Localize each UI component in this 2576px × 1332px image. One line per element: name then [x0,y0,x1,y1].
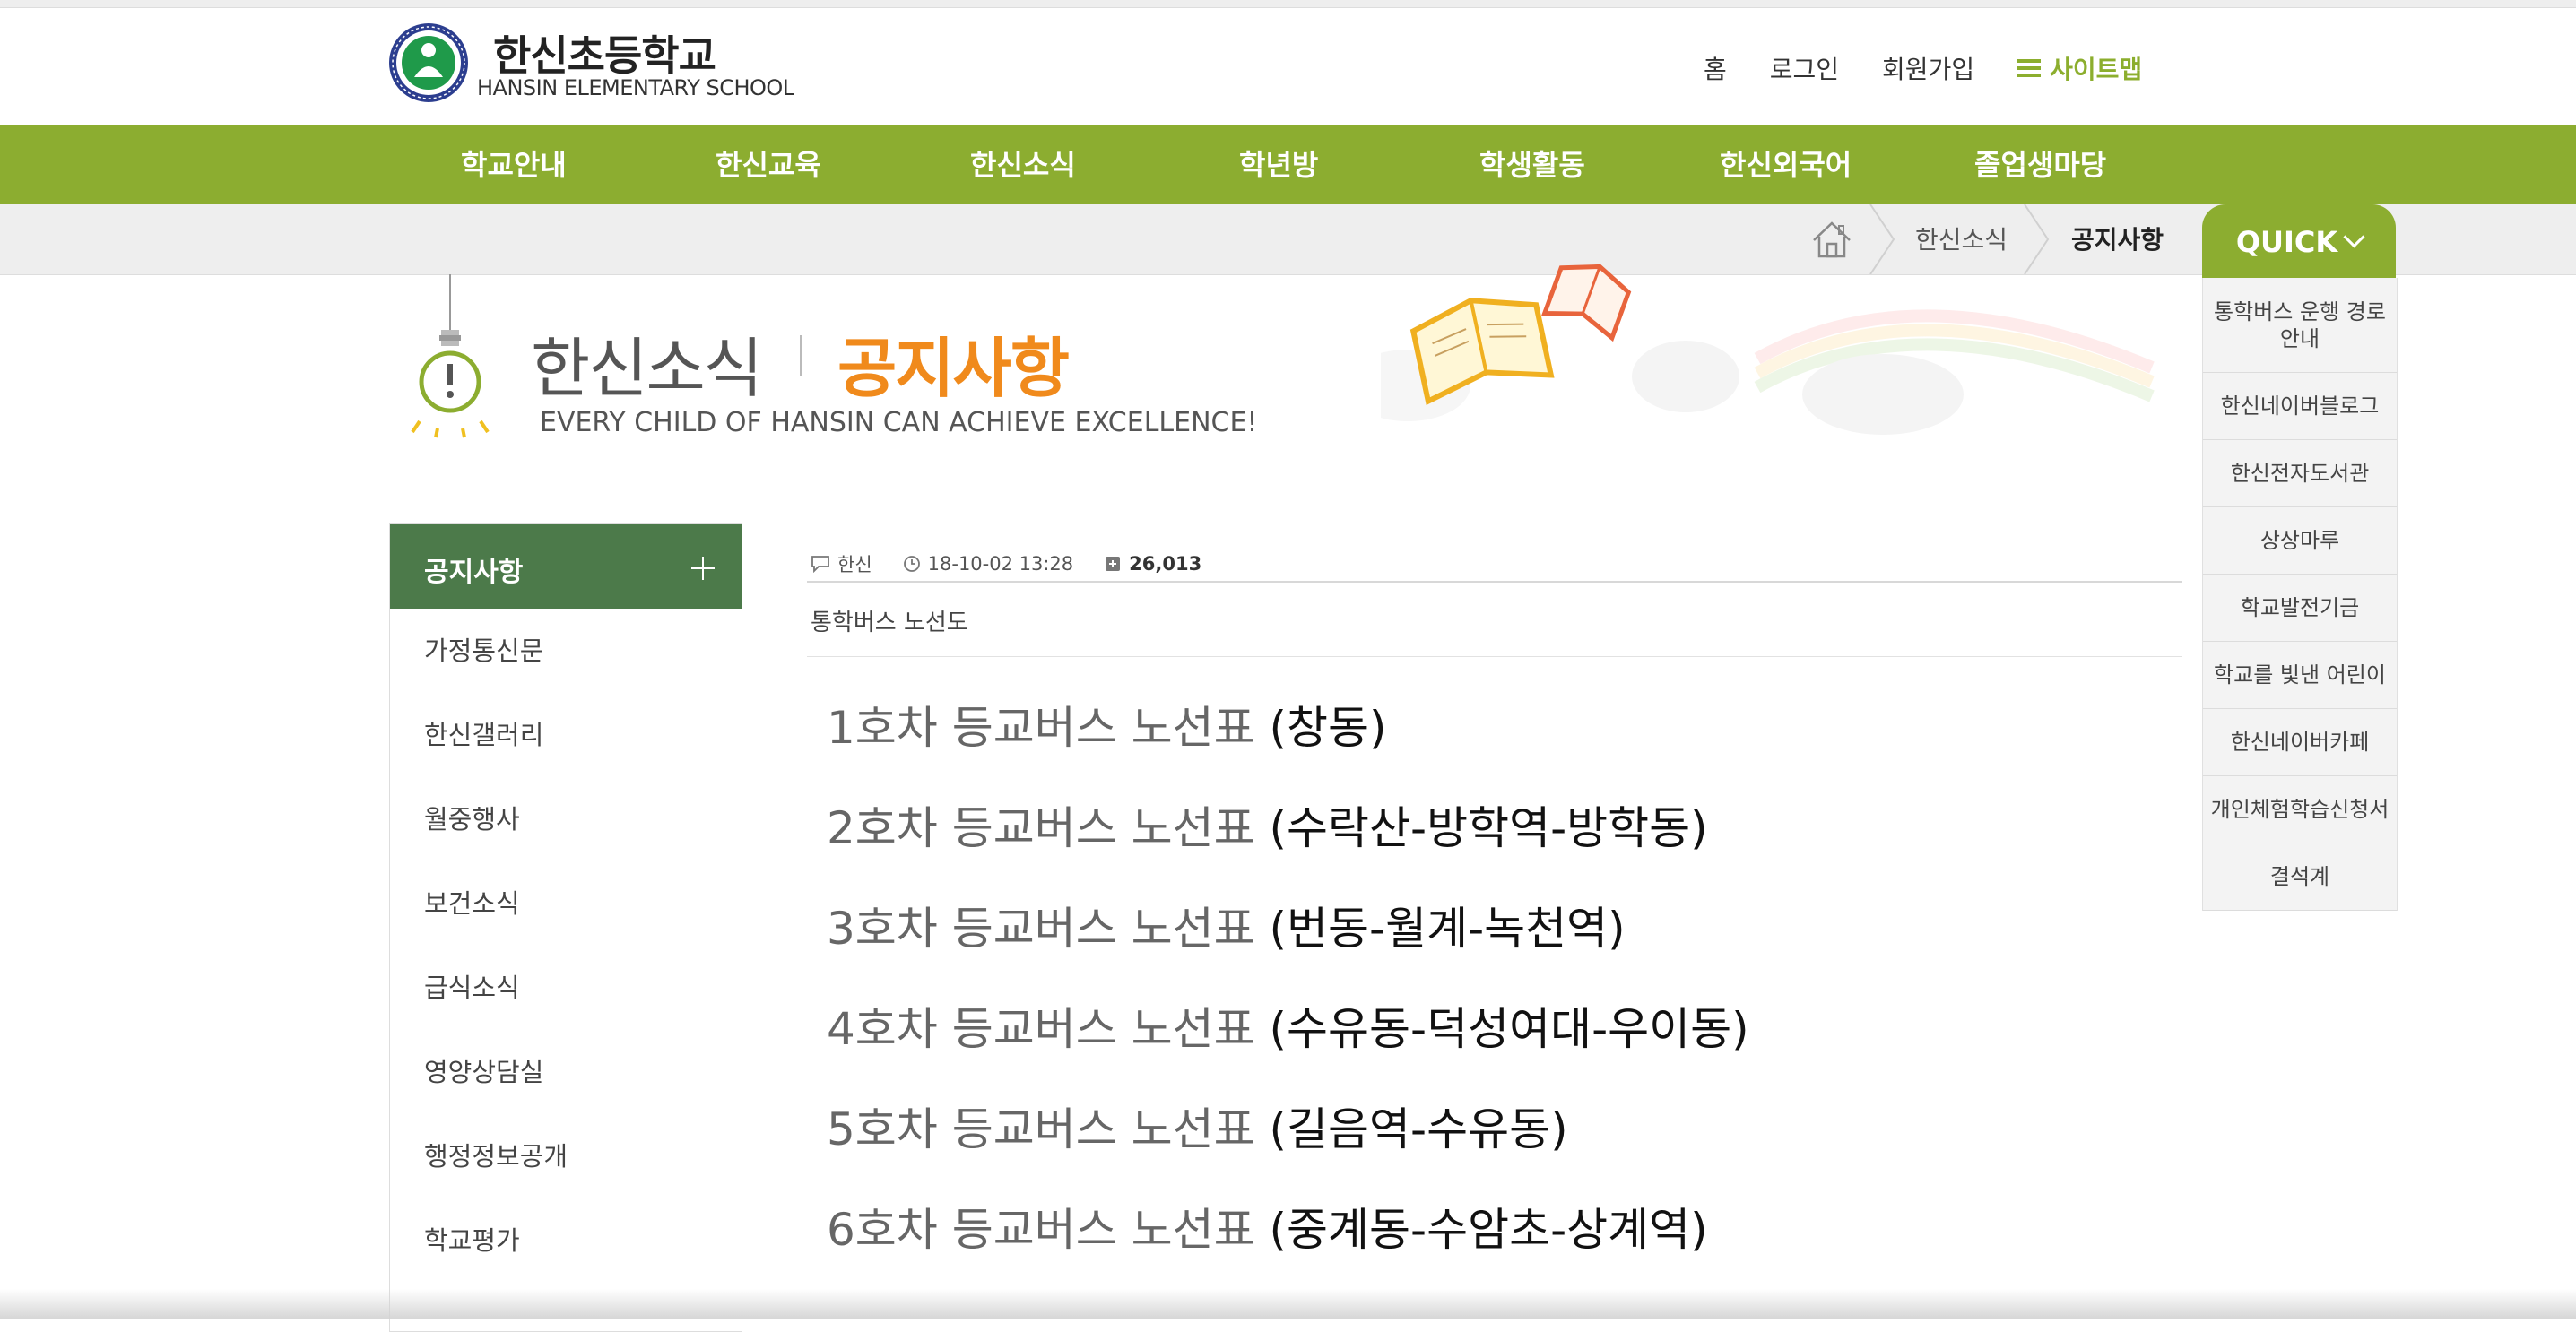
home-link[interactable]: 홈 [1704,50,1727,86]
side-menu-item-monthly-events[interactable]: 월중행사 [390,777,742,861]
viewport-bottom-shadow [0,1289,2576,1319]
gnb-item-education[interactable]: 한신교육 [716,125,821,204]
route-stops: (창동) [1269,702,1387,754]
post-datetime: 18-10-02 13:28 [927,553,1074,575]
route-link[interactable]: 5호차 등교버스 노선표 (길음역-수유동) [827,1094,1749,1194]
quick-item-bus-route[interactable]: 통학버스 운행 경로 안내 [2203,278,2397,373]
route-link[interactable]: 2호차 등교버스 노선표 (수락산-방학역-방학동) [827,792,1749,893]
gnb-item-news[interactable]: 한신소식 [970,125,1076,204]
quick-label: QUICK [2235,225,2338,259]
hamburger-menu-icon [2017,59,2042,77]
side-menu-item-newsletter[interactable]: 가정통신문 [390,609,742,693]
chevron-down-icon [2343,226,2365,248]
section-title: 한신소식 [531,331,763,406]
route-stops: (수락산-방학역-방학동) [1269,802,1708,854]
route-label: 4호차 등교버스 노선표 [827,1003,1255,1055]
post-subject: 통학버스 노선도 [811,610,968,636]
route-link[interactable]: 1호차 등교버스 노선표 (창동) [827,692,1749,792]
side-menu: 공지사항 가정통신문 한신갤러리 월중행사 보건소식 급식소식 영양상담실 행정… [389,523,742,1332]
side-menu-active-item[interactable]: 공지사항 [390,524,742,609]
quick-menu-toggle[interactable]: QUICK [2202,204,2396,278]
gnb-item-student-activity[interactable]: 학생활동 [1479,125,1585,204]
quick-item-e-library[interactable]: 한신전자도서관 [2203,440,2397,507]
quick-menu: 통학버스 운행 경로 안내 한신네이버블로그 한신전자도서관 상상마루 학교발전… [2202,278,2398,911]
side-menu-item-admin-info[interactable]: 행정정보공개 [390,1114,742,1198]
utility-nav: 홈 로그인 회원가입 사이트맵 [1704,50,2142,86]
clock-icon [903,556,920,572]
side-menu-item-school-evaluation[interactable]: 학교평가 [390,1198,742,1283]
post-meta: 한신 18-10-02 13:28 26,013 [811,550,1201,577]
main-nav: 학교안내 한신교육 한신소식 학년방 학생활동 한신외국어 졸업생마당 [0,125,2576,204]
title-divider [800,335,802,376]
route-label: 6호차 등교버스 노선표 [827,1204,1255,1256]
route-label: 1호차 등교버스 노선표 [827,702,1255,754]
route-link[interactable]: 6호차 등교버스 노선표 (중계동-수암초-상계역) [827,1194,1749,1294]
breadcrumb-bar [0,204,2576,275]
route-label: 5호차 등교버스 노선표 [827,1103,1255,1155]
school-slogan: EVERY CHILD OF HANSIN CAN ACHIEVE EXCELL… [540,407,1258,438]
post-views: 26,013 [1129,553,1202,575]
quick-item-naver-blog[interactable]: 한신네이버블로그 [2203,373,2397,440]
side-menu-item-health-news[interactable]: 보건소식 [390,861,742,946]
quick-item-development-fund[interactable]: 학교발전기금 [2203,575,2397,642]
route-stops: (길음역-수유동) [1269,1103,1568,1155]
route-link[interactable]: 4호차 등교버스 노선표 (수유동-덕성여대-우이동) [827,993,1749,1094]
quick-item-sangsang-maru[interactable]: 상상마루 [2203,507,2397,575]
header-illustration [1381,264,2155,435]
side-menu-active-label: 공지사항 [424,557,524,588]
signup-link[interactable]: 회원가입 [1882,50,1974,86]
post-author: 한신 [837,554,872,575]
quick-item-field-trip-form[interactable]: 개인체험학습신청서 [2203,776,2397,843]
views-icon [1106,557,1121,571]
top-rule [0,0,2576,8]
gnb-item-school-info[interactable]: 학교안내 [461,125,567,204]
gnb-item-foreign-language[interactable]: 한신외국어 [1720,125,1852,204]
gnb-item-grade-room[interactable]: 학년방 [1239,125,1318,204]
route-stops: (번동-월계-녹천역) [1269,903,1626,955]
route-label: 3호차 등교버스 노선표 [827,903,1255,955]
divider [807,581,2182,583]
gnb-item-alumni[interactable]: 졸업생마당 [1974,125,2106,204]
sitemap-link[interactable]: 사이트맵 [2017,50,2142,86]
page-title: 공지사항 [837,331,1070,406]
lightbulb-icon [411,274,490,438]
route-stops: (수유동-덕성여대-우이동) [1269,1003,1749,1055]
school-emblem-icon [389,23,468,102]
route-stops: (중계동-수암초-상계역) [1269,1204,1708,1256]
school-logo[interactable]: 한신초등학교 HANSIN ELEMENTARY SCHOOL [387,20,794,109]
side-menu-item-meal-news[interactable]: 급식소식 [390,946,742,1030]
sitemap-label: 사이트맵 [2050,55,2143,84]
logo-subtitle: HANSIN ELEMENTARY SCHOOL [477,75,794,100]
login-link[interactable]: 로그인 [1770,50,1839,86]
divider [807,656,2182,657]
quick-item-honor-students[interactable]: 학교를 빛낸 어린이 [2203,642,2397,709]
side-menu-item-nutrition-counsel[interactable]: 영양상담실 [390,1030,742,1114]
quick-item-absence-form[interactable]: 결석계 [2203,843,2397,911]
route-link[interactable]: 3호차 등교버스 노선표 (번동-월계-녹천역) [827,893,1749,993]
route-label: 2호차 등교버스 노선표 [827,802,1255,854]
route-list: 1호차 등교버스 노선표 (창동) 2호차 등교버스 노선표 (수락산-방학역-… [827,692,1749,1294]
quick-item-naver-cafe[interactable]: 한신네이버카페 [2203,709,2397,776]
logo-title: 한신초등학교 [493,31,716,80]
plus-icon[interactable] [691,557,715,580]
author-icon [811,556,829,573]
side-menu-item-gallery[interactable]: 한신갤러리 [390,693,742,777]
